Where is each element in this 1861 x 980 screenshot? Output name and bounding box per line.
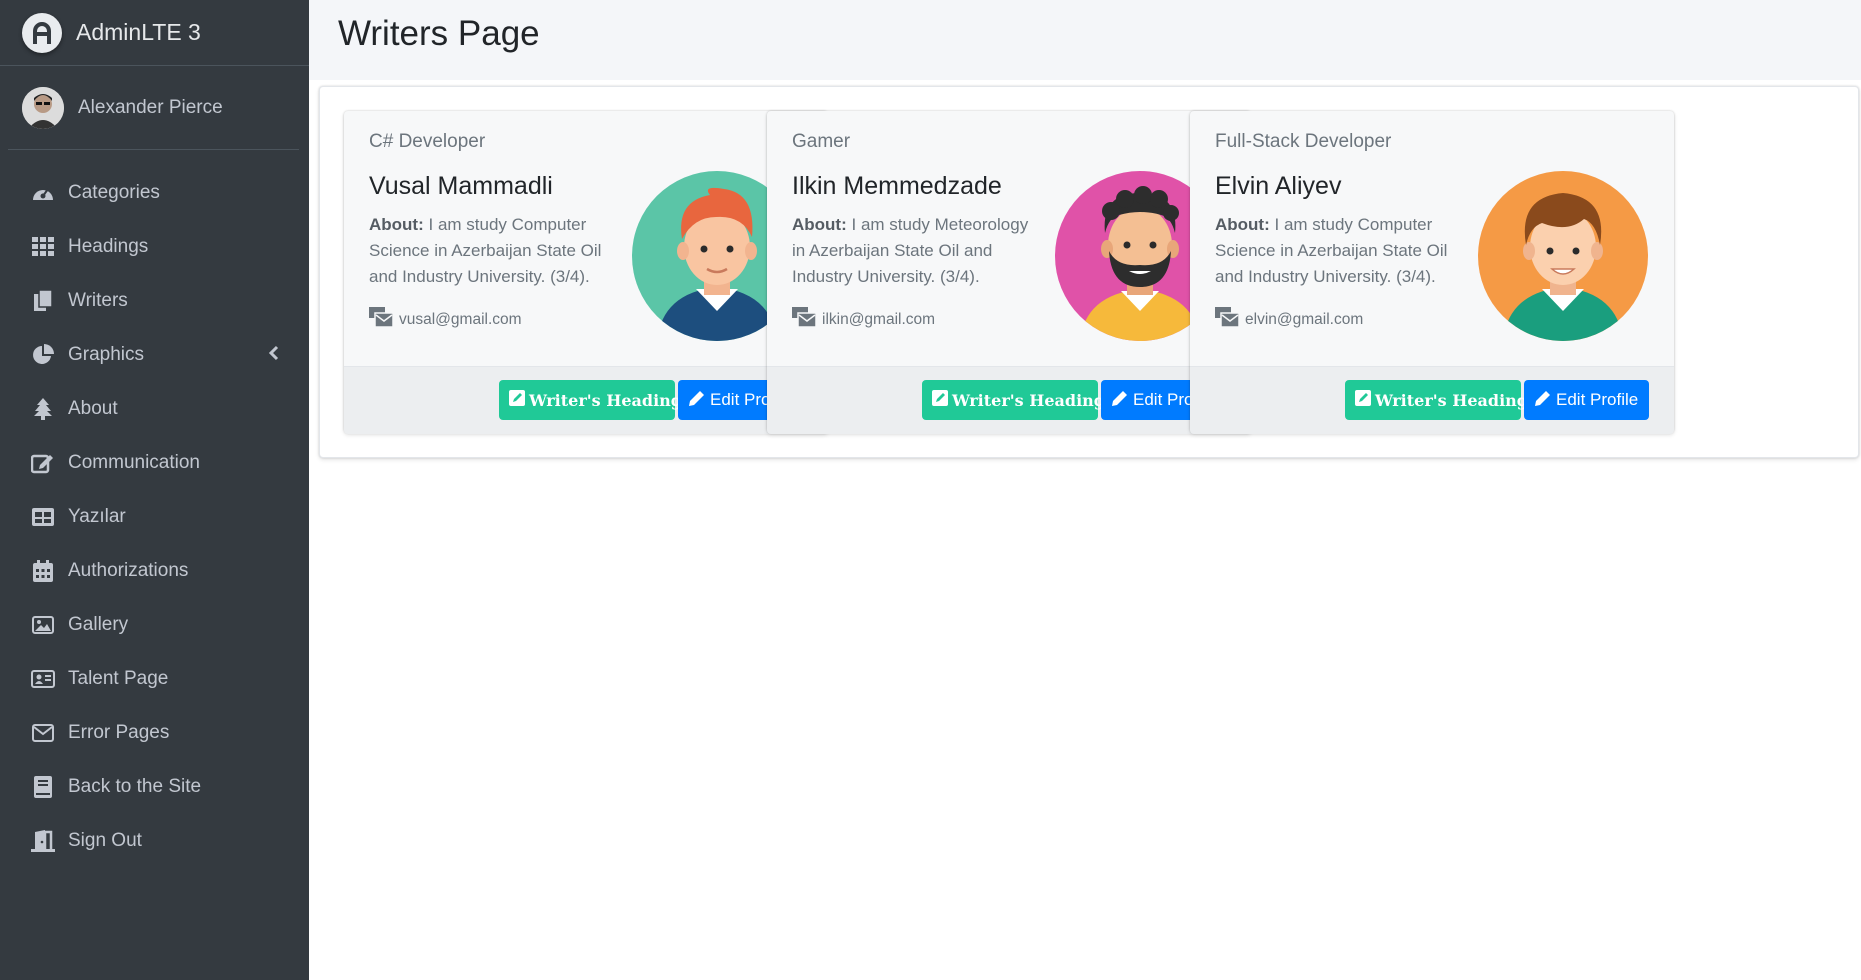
sidebar-item-graphics[interactable]: Graphics [0, 328, 309, 382]
edit-square-icon [509, 390, 525, 410]
image-icon [30, 612, 56, 638]
writer-email: vusal@gmail.com [369, 307, 522, 332]
sidebar-item-gallery[interactable]: Gallery [0, 598, 309, 652]
sidebar-nav: Categories Headings Writers Graphics Abo… [0, 150, 309, 868]
page-title: Writers Page [338, 14, 540, 53]
writer-avatar-image [1478, 171, 1648, 341]
mail-bulk-icon [1215, 307, 1240, 332]
writer-name: Vusal Mammadli [369, 172, 553, 200]
writer-email: ilkin@gmail.com [792, 307, 935, 332]
writers-container-card: C# Developer Vusal Mammadli About: I am … [319, 86, 1859, 458]
edit-square-icon [1355, 390, 1371, 410]
writer-email: elvin@gmail.com [1215, 307, 1363, 332]
dashboard-icon [30, 180, 56, 206]
edit-square-icon [932, 390, 948, 410]
writer-card: Gamer Ilkin Memmedzade About: I am study… [767, 111, 1251, 434]
edit-icon [30, 450, 56, 476]
email-text: ilkin@gmail.com [822, 310, 936, 328]
grid-icon [30, 234, 56, 260]
about-label: About: [369, 215, 424, 234]
pencil-icon [1534, 389, 1552, 412]
sidebar-item-label: Writers [68, 290, 128, 311]
tree-icon [30, 396, 56, 422]
content-header: Writers Page [309, 0, 1861, 80]
sidebar-item-sign-out[interactable]: Sign Out [0, 814, 309, 868]
mail-bulk-icon [369, 307, 394, 332]
content-wrapper: Writers Page C# Developer Vusal Mammadli… [309, 0, 1861, 980]
sidebar-item-back-to-site[interactable]: Back to the Site [0, 760, 309, 814]
writer-name: Elvin Aliyev [1215, 172, 1342, 200]
sidebar-item-talent-page[interactable]: Talent Page [0, 652, 309, 706]
sidebar-item-label: Talent Page [68, 668, 169, 689]
writer-name: Ilkin Memmedzade [792, 172, 1002, 200]
writers-headings-button[interactable]: Writer's Headings [1345, 380, 1537, 420]
sidebar-item-label: Back to the Site [68, 776, 202, 797]
sidebar-item-label: Yazılar [68, 506, 126, 527]
user-panel[interactable]: Alexander Pierce [8, 66, 299, 150]
pencil-icon [1111, 389, 1129, 412]
sidebar-item-about[interactable]: About [0, 382, 309, 436]
sidebar-item-categories[interactable]: Categories [0, 166, 309, 220]
sidebar-item-label: Communication [68, 452, 200, 473]
sidebar-item-label: Gallery [68, 614, 129, 635]
sidebar-item-error-pages[interactable]: Error Pages [0, 706, 309, 760]
sidebar-item-label: Graphics [68, 344, 145, 365]
mail-bulk-icon [792, 307, 817, 332]
chevron-left-icon [268, 345, 279, 366]
email-text: vusal@gmail.com [399, 310, 522, 328]
writer-role: Full-Stack Developer [1215, 131, 1392, 152]
about-label: About: [792, 215, 847, 234]
main-sidebar: AdminLTE 3 Alexander Pierce Categories H… [0, 0, 309, 980]
table-icon [30, 504, 56, 530]
brand-link[interactable]: AdminLTE 3 [0, 0, 309, 66]
writers-headings-button[interactable]: Writer's Headings [922, 380, 1114, 420]
calendar-icon [30, 558, 56, 584]
sidebar-item-label: About [68, 398, 118, 419]
door-icon [30, 828, 56, 854]
user-avatar [22, 86, 64, 129]
sidebar-item-yazilar[interactable]: Yazılar [0, 490, 309, 544]
id-card-icon [30, 666, 56, 692]
sidebar-item-label: Authorizations [68, 560, 189, 581]
writers-headings-button[interactable]: Writer's Headings [499, 380, 691, 420]
writer-card-footer: Writer's Headings Edit Profile [344, 366, 828, 434]
about-label: About: [1215, 215, 1270, 234]
writer-about: About: I am study Computer Science in Az… [1215, 212, 1453, 290]
writer-card-footer: Writer's Headings Edit Profile [767, 366, 1251, 434]
sidebar-item-authorizations[interactable]: Authorizations [0, 544, 309, 598]
email-text: elvin@gmail.com [1245, 310, 1364, 328]
writer-card: C# Developer Vusal Mammadli About: I am … [344, 111, 828, 434]
brand-logo-icon [22, 12, 62, 53]
user-name: Alexander Pierce [78, 96, 223, 118]
writer-about: About: I am study Meteorology in Azerbai… [792, 212, 1030, 290]
pie-chart-icon [30, 342, 56, 368]
writer-role: C# Developer [369, 131, 486, 152]
pencil-icon [688, 389, 706, 412]
edit-profile-button[interactable]: Edit Profile [1524, 380, 1649, 420]
copy-icon [30, 288, 56, 314]
writer-card-footer: Writer's Headings Edit Profile [1190, 366, 1674, 434]
sidebar-item-writers[interactable]: Writers [0, 274, 309, 328]
sidebar-item-label: Sign Out [68, 830, 142, 851]
writer-card: Full-Stack Developer Elvin Aliyev About:… [1190, 111, 1674, 434]
writer-about: About: I am study Computer Science in Az… [369, 212, 607, 290]
sidebar-item-headings[interactable]: Headings [0, 220, 309, 274]
sidebar-item-label: Categories [68, 182, 160, 203]
writer-role: Gamer [792, 131, 851, 152]
sidebar-item-label: Headings [68, 236, 149, 257]
envelope-icon [30, 720, 56, 746]
sidebar-item-communication[interactable]: Communication [0, 436, 309, 490]
sidebar-item-label: Error Pages [68, 722, 170, 743]
brand-text: AdminLTE 3 [76, 19, 201, 45]
book-icon [30, 774, 56, 800]
